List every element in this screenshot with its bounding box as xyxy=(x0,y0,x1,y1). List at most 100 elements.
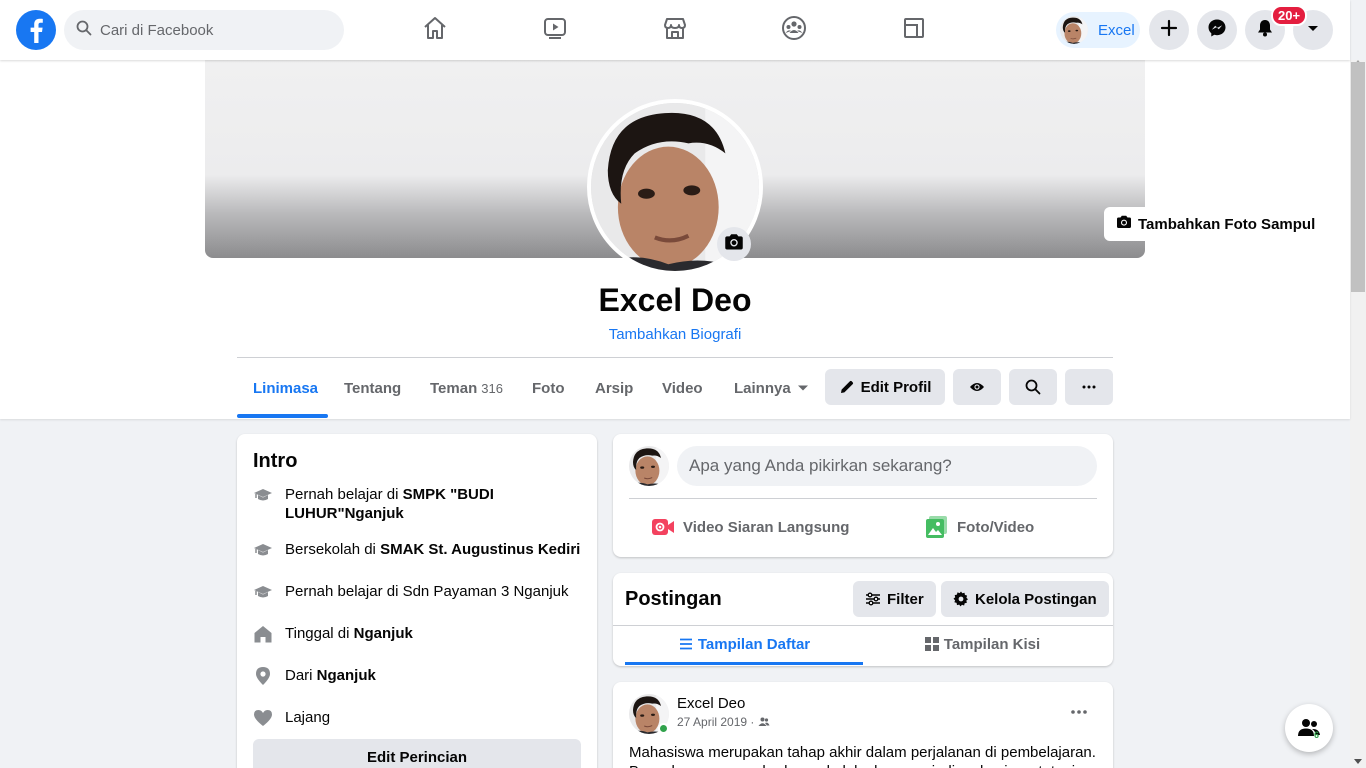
photo-video-button[interactable]: Foto/Video xyxy=(925,511,1034,543)
tab-friends[interactable]: Teman 316 xyxy=(430,358,503,418)
tab-label: Video xyxy=(662,379,703,397)
avatar[interactable] xyxy=(629,446,669,486)
gaming-icon xyxy=(900,14,928,47)
intro-item-prefix: Lajang xyxy=(285,709,331,726)
tab-videos[interactable]: Video xyxy=(662,358,703,418)
groups-icon xyxy=(780,14,808,47)
add-bio-link[interactable]: Tambahkan Biografi xyxy=(0,326,1350,343)
caret-down-icon xyxy=(797,382,809,394)
intro-item-hometown: Dari Nganjuk xyxy=(253,666,583,691)
edit-profile-button[interactable]: Edit Profil xyxy=(825,369,945,405)
online-status-dot xyxy=(658,723,669,734)
filter-button[interactable]: Filter xyxy=(853,581,936,617)
tab-label: Foto xyxy=(532,379,565,397)
intro-item-link[interactable]: Nganjuk xyxy=(354,625,413,642)
search-icon xyxy=(1025,379,1041,395)
post-meta: 27 April 2019 · xyxy=(677,715,770,729)
plus-icon xyxy=(1159,18,1179,43)
add-bio-label[interactable]: Tambahkan Biografi xyxy=(609,326,742,343)
manage-posts-label: Kelola Postingan xyxy=(975,590,1097,608)
tab-photos[interactable]: Foto xyxy=(532,358,564,418)
intro-item-prefix: Pernah belajar di Sdn Payaman 3 Nganjuk xyxy=(285,583,569,600)
ellipsis-icon xyxy=(1081,379,1097,395)
search-bar[interactable] xyxy=(64,10,344,50)
grid-view-tab[interactable]: Tampilan Kisi xyxy=(863,626,1101,662)
intro-card: Intro Pernah belajar di SMPK "BUDI LUHUR… xyxy=(237,434,597,768)
online-contacts-count: 6 xyxy=(1314,730,1320,740)
ellipsis-icon xyxy=(1069,702,1089,722)
post-composer: Apa yang Anda pikirkan sekarang? Video S… xyxy=(613,434,1113,557)
messenger-icon xyxy=(1207,18,1227,43)
caret-down-icon xyxy=(1303,18,1323,43)
filter-label: Filter xyxy=(887,590,924,608)
marketplace-icon xyxy=(661,14,689,47)
active-tab-indicator xyxy=(237,414,328,418)
tab-label: Teman xyxy=(430,379,478,397)
messenger-button[interactable] xyxy=(1197,10,1237,50)
nav-groups-button[interactable] xyxy=(738,0,850,60)
intro-item-link[interactable]: Nganjuk xyxy=(317,667,376,684)
tab-label: Lainnya xyxy=(734,379,791,397)
filter-sliders-icon xyxy=(865,591,887,607)
intro-item-link[interactable]: SMAK St. Augustinus Kediri xyxy=(380,541,580,558)
graduation-cap-icon xyxy=(253,485,273,510)
intro-item-education: Pernah belajar di SMPK "BUDI LUHUR"Nganj… xyxy=(253,485,583,523)
nav-watch-button[interactable] xyxy=(499,0,611,60)
camera-icon xyxy=(724,232,744,257)
scrollbar-thumb[interactable] xyxy=(1351,62,1365,292)
facebook-logo-icon[interactable] xyxy=(16,10,56,50)
active-view-indicator xyxy=(625,662,863,665)
update-profile-picture-button[interactable] xyxy=(717,227,751,261)
profile-name: Excel Deo xyxy=(598,282,752,318)
timeline-post: Excel Deo 27 April 2019 · Mahasiswa meru… xyxy=(613,682,1113,768)
heart-icon xyxy=(253,708,273,733)
intro-item-residence: Tinggal di Nganjuk xyxy=(253,624,583,649)
scroll-down-arrow-icon[interactable] xyxy=(1354,759,1362,764)
notification-badge: 20+ xyxy=(1271,5,1308,26)
contacts-floating-button[interactable]: 6 xyxy=(1285,704,1333,752)
search-profile-button[interactable] xyxy=(1009,369,1057,405)
profile-shortcut[interactable]: Excel xyxy=(1056,12,1140,48)
view-as-button[interactable] xyxy=(953,369,1001,405)
composer-input[interactable]: Apa yang Anda pikirkan sekarang? xyxy=(677,446,1097,486)
photo-video-label: Foto/Video xyxy=(957,518,1035,536)
list-icon xyxy=(678,636,698,652)
create-button[interactable] xyxy=(1149,10,1189,50)
more-options-button[interactable] xyxy=(1065,369,1113,405)
intro-item-relationship: Lajang xyxy=(253,708,583,733)
live-video-button[interactable]: Video Siaran Langsung xyxy=(651,511,849,543)
add-cover-photo-button[interactable]: Tambahkan Foto Sampul xyxy=(1104,207,1318,241)
tab-label: Linimasa xyxy=(253,379,319,397)
location-pin-icon xyxy=(253,666,273,691)
list-view-tab[interactable]: Tampilan Daftar xyxy=(625,626,863,662)
tab-more[interactable]: Lainnya xyxy=(734,358,809,418)
nav-marketplace-button[interactable] xyxy=(619,0,731,60)
tab-about[interactable]: Tentang xyxy=(344,358,401,418)
friends-count: 316 xyxy=(481,380,503,396)
tab-archive[interactable]: Arsip xyxy=(595,358,633,418)
home-icon xyxy=(421,14,449,47)
grid-view-label: Tampilan Kisi xyxy=(943,635,1041,653)
edit-details-label: Edit Perincian xyxy=(366,748,468,766)
intro-item-prefix: Dari xyxy=(285,667,317,684)
tab-label: Tentang xyxy=(344,379,402,397)
composer-divider xyxy=(629,498,1097,499)
intro-item-education: Bersekolah di SMAK St. Augustinus Kediri xyxy=(253,540,583,565)
nav-home-button[interactable] xyxy=(379,0,491,60)
composer-placeholder: Apa yang Anda pikirkan sekarang? xyxy=(689,456,952,475)
search-input[interactable] xyxy=(100,21,330,39)
watch-icon xyxy=(541,14,569,47)
edit-details-button[interactable]: Edit Perincian xyxy=(253,739,581,768)
nav-gaming-button[interactable] xyxy=(858,0,970,60)
tab-timeline[interactable]: Linimasa xyxy=(253,358,318,418)
post-author[interactable]: Excel Deo xyxy=(677,695,745,712)
search-icon xyxy=(76,20,92,41)
live-video-label: Video Siaran Langsung xyxy=(683,518,850,536)
home-icon xyxy=(253,624,273,649)
friends-audience-icon xyxy=(754,716,770,728)
add-cover-photo-label: Tambahkan Foto Sampul xyxy=(1138,215,1316,233)
post-options-button[interactable] xyxy=(1063,696,1095,728)
page-scrollbar[interactable] xyxy=(1350,60,1366,768)
manage-posts-button[interactable]: Kelola Postingan xyxy=(941,581,1109,617)
post-date[interactable]: 27 April 2019 · xyxy=(677,715,754,729)
